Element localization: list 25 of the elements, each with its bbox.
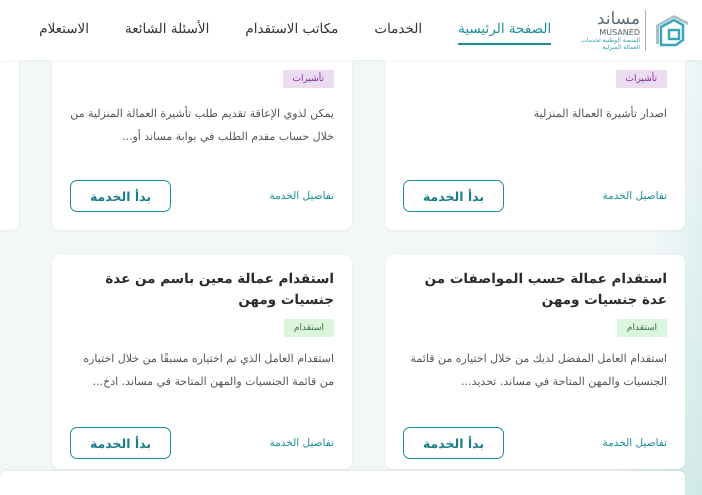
nav-link[interactable]: الخدمات (374, 15, 422, 45)
logo-name: مساند (596, 10, 640, 28)
details-link[interactable]: تفاصيل الخدمة (602, 190, 667, 202)
card-title: استقدام عمالة حسب المواصفات من عدة جنسيات ومهن (424, 270, 667, 310)
start-service-button[interactable]: بدأ الخدمة (70, 427, 171, 459)
nav-link[interactable]: الصفحة الرئيسية (458, 15, 552, 45)
nav-link[interactable]: الأسئلة الشائعة (125, 15, 210, 45)
details-link[interactable]: تفاصيل الخدمة (270, 190, 334, 202)
card-description: استقدام العامل الذي تم اختياره مسبقًا من خلال اختياره من قائمة الجنسيات والمهن المتاحة في مساند. ادخ... (82, 351, 334, 390)
category-tag: استقدام (284, 319, 334, 337)
category-tag: تأشيرات (282, 70, 334, 88)
logo-latin-name: MUSANED (599, 28, 640, 36)
card-description: اصدار تأشيرة العمالة المنزلية (534, 104, 667, 122)
card-title: استقدام عمالة معين باسم من عدة جنسيات ومهن (104, 270, 334, 310)
nav-link[interactable]: الاستعلام (39, 15, 90, 45)
category-tag: تأشيرات (616, 70, 667, 88)
start-service-button[interactable]: بدأ الخدمة (403, 427, 504, 459)
start-service-button[interactable]: بدأ الخدمة (403, 180, 504, 212)
details-link[interactable]: تفاصيل الخدمة (270, 437, 334, 449)
start-service-button[interactable]: بدأ الخدمة (70, 180, 171, 212)
category-tag: استقدام (616, 319, 667, 337)
nav-link[interactable]: مكاتب الاستقدام (245, 15, 338, 45)
card-description: يمكن لذوي الإعاقة تقديم طلب تأشيرة العمالة المنزلية من خلال حساب مقدم الطلب في بوابة مساند أو... (70, 104, 334, 145)
card-description: استقدام العامل المفضل لديك من خلال اختياره من قائمة الجنسيات والمهن المتاحة في مساند. تحديد... (410, 351, 667, 390)
details-link[interactable]: تفاصيل الخدمة (602, 437, 667, 449)
